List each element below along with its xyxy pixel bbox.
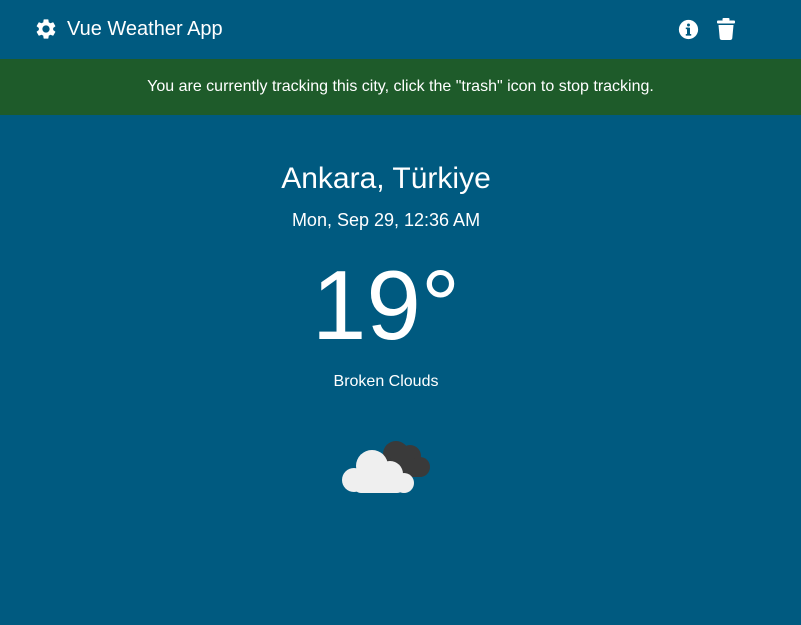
- trash-button[interactable]: [714, 17, 738, 41]
- city-name: Ankara, Türkiye: [281, 162, 491, 195]
- tracking-message: You are currently tracking this city, cl…: [147, 78, 654, 95]
- tracking-banner: You are currently tracking this city, cl…: [0, 59, 801, 115]
- broken-clouds-icon: [338, 430, 434, 502]
- info-button[interactable]: [676, 17, 700, 41]
- weather-condition: Broken Clouds: [333, 373, 439, 390]
- local-datetime: Mon, Sep 29, 12:36 AM: [291, 210, 481, 230]
- gear-icon[interactable]: [34, 17, 58, 41]
- app-header: Vue Weather App: [0, 0, 801, 59]
- current-temperature: 19°: [311, 250, 461, 360]
- app-title[interactable]: Vue Weather App: [67, 18, 223, 41]
- info-icon: [678, 19, 698, 39]
- app-brand[interactable]: Vue Weather App: [34, 16, 223, 42]
- trash-icon: [717, 18, 735, 40]
